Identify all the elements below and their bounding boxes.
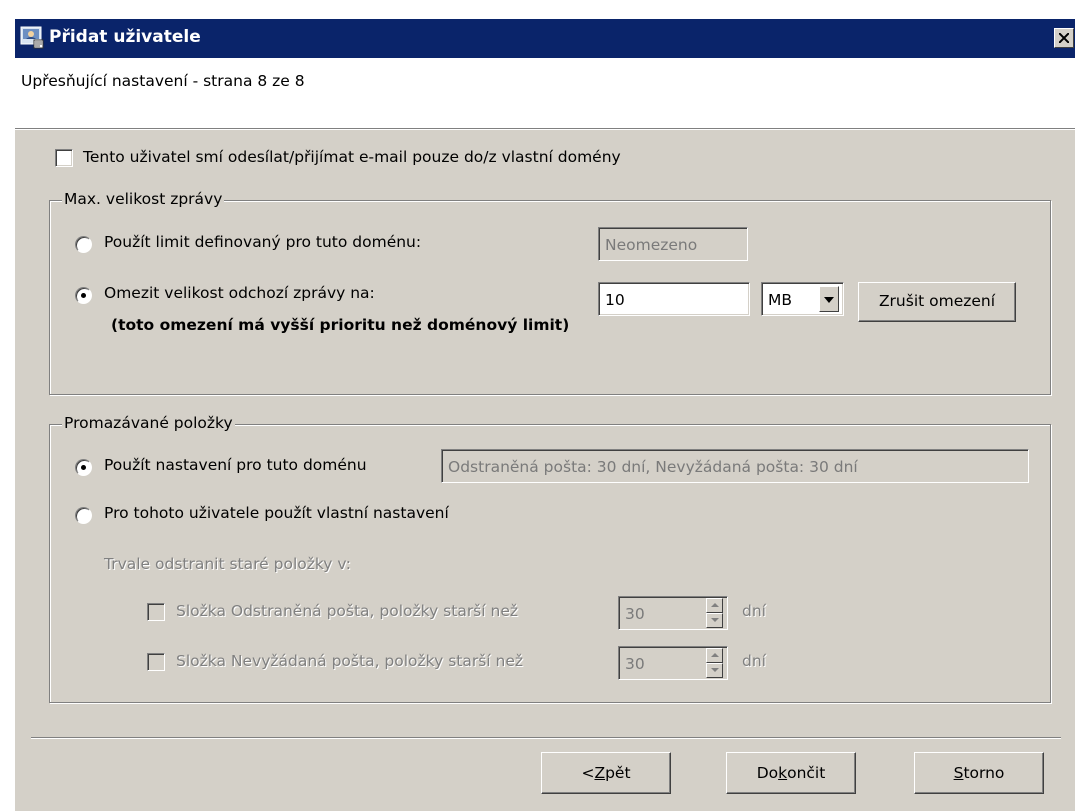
junk-folder-unit: dní	[742, 652, 766, 670]
deleted-folder-unit: dní	[742, 602, 766, 620]
custom-settings-label[interactable]: Pro tohoto uživatele použít vlastní nast…	[104, 504, 449, 522]
own-domain-only-label[interactable]: Tento uživatel smí odesílat/přijímat e-m…	[83, 148, 621, 166]
deleted-folder-spinner[interactable]	[706, 598, 723, 628]
limit-outgoing-radio[interactable]	[75, 287, 92, 304]
junk-folder-checkbox[interactable]	[147, 653, 165, 671]
finish-label-key: k	[778, 764, 788, 782]
custom-settings-radio[interactable]	[75, 507, 92, 524]
close-button[interactable]	[1054, 28, 1074, 48]
use-domain-settings-radio[interactable]	[75, 459, 92, 476]
wizard-subtitle: Upřesňující nastavení - strana 8 ze 8	[21, 72, 305, 90]
limit-outgoing-note: (toto omezení má vyšší prioritu než domé…	[111, 316, 570, 334]
window-title: Přidat uživatele	[49, 27, 201, 47]
arrow-up-icon	[711, 653, 719, 657]
junk-folder-spinner[interactable]	[706, 648, 723, 678]
close-icon	[1059, 33, 1069, 43]
finish-button[interactable]: Dokončit	[726, 752, 856, 794]
spin-up-button[interactable]	[706, 598, 723, 613]
footer-divider	[31, 737, 1061, 739]
back-label-key: Z	[594, 764, 606, 782]
cancel-limit-button[interactable]: Zrušit omezení	[858, 282, 1016, 322]
use-domain-limit-radio[interactable]	[75, 236, 92, 253]
back-label-rest: pět	[605, 764, 631, 782]
use-domain-settings-label[interactable]: Použít nastavení pro tuto doménu	[104, 456, 367, 474]
own-domain-only-checkbox[interactable]	[55, 149, 73, 167]
limit-value-input[interactable]: 10	[598, 282, 750, 316]
limit-outgoing-label[interactable]: Omezit velikost odchozí zprávy na:	[104, 284, 375, 302]
arrow-up-icon	[711, 603, 719, 607]
junk-folder-label[interactable]: Složka Nevyžádaná pošta, položky starší …	[176, 652, 523, 670]
header-divider	[15, 128, 1075, 130]
cancel-label: Storno	[954, 764, 1005, 782]
back-label: < Zpět	[581, 764, 630, 782]
radio-selected-dot	[81, 465, 86, 470]
finish-label-rest: ončit	[787, 764, 826, 782]
back-label-prefix: <	[581, 764, 595, 782]
domain-limit-field: Neomezeno	[598, 227, 748, 261]
spin-down-button[interactable]	[706, 663, 723, 678]
chevron-down-icon	[824, 297, 834, 303]
unit-select-value: MB	[768, 291, 793, 309]
cancel-label-key: S	[953, 764, 964, 782]
deleted-folder-label[interactable]: Složka Odstraněná pošta, položky starší …	[176, 602, 518, 620]
cancel-button[interactable]: Storno	[914, 752, 1044, 794]
finish-label-pre: Do	[756, 764, 779, 782]
deleted-folder-checkbox[interactable]	[147, 603, 165, 621]
cancel-label-rest: torno	[963, 764, 1005, 782]
radio-selected-dot	[81, 293, 86, 298]
title-bar[interactable]: Přidat uživatele	[15, 19, 1075, 58]
spin-up-button[interactable]	[706, 648, 723, 663]
delete-heading: Trvale odstranit staré položky v:	[104, 555, 351, 573]
arrow-down-icon	[711, 668, 719, 672]
purge-legend: Promazávané položky	[62, 414, 235, 432]
domain-settings-field: Odstraněná pošta: 30 dní, Nevyžádaná poš…	[441, 449, 1029, 483]
spin-down-button[interactable]	[706, 613, 723, 628]
max-size-legend: Max. velikost zprávy	[62, 190, 225, 208]
back-button[interactable]: < Zpět	[541, 752, 671, 794]
cancel-limit-label: Zrušit omezení	[878, 292, 996, 310]
arrow-down-icon	[711, 618, 719, 622]
wizard-header: Upřesňující nastavení - strana 8 ze 8	[15, 58, 1075, 128]
unit-select-dropdown-button[interactable]	[819, 286, 839, 312]
finish-label: Dokončit	[757, 764, 826, 782]
use-domain-limit-label[interactable]: Použít limit definovaný pro tuto doménu:	[104, 233, 421, 251]
user-icon	[20, 26, 44, 49]
dialog-window: Přidat uživatele Upřesňující nastavení -…	[14, 19, 1075, 811]
